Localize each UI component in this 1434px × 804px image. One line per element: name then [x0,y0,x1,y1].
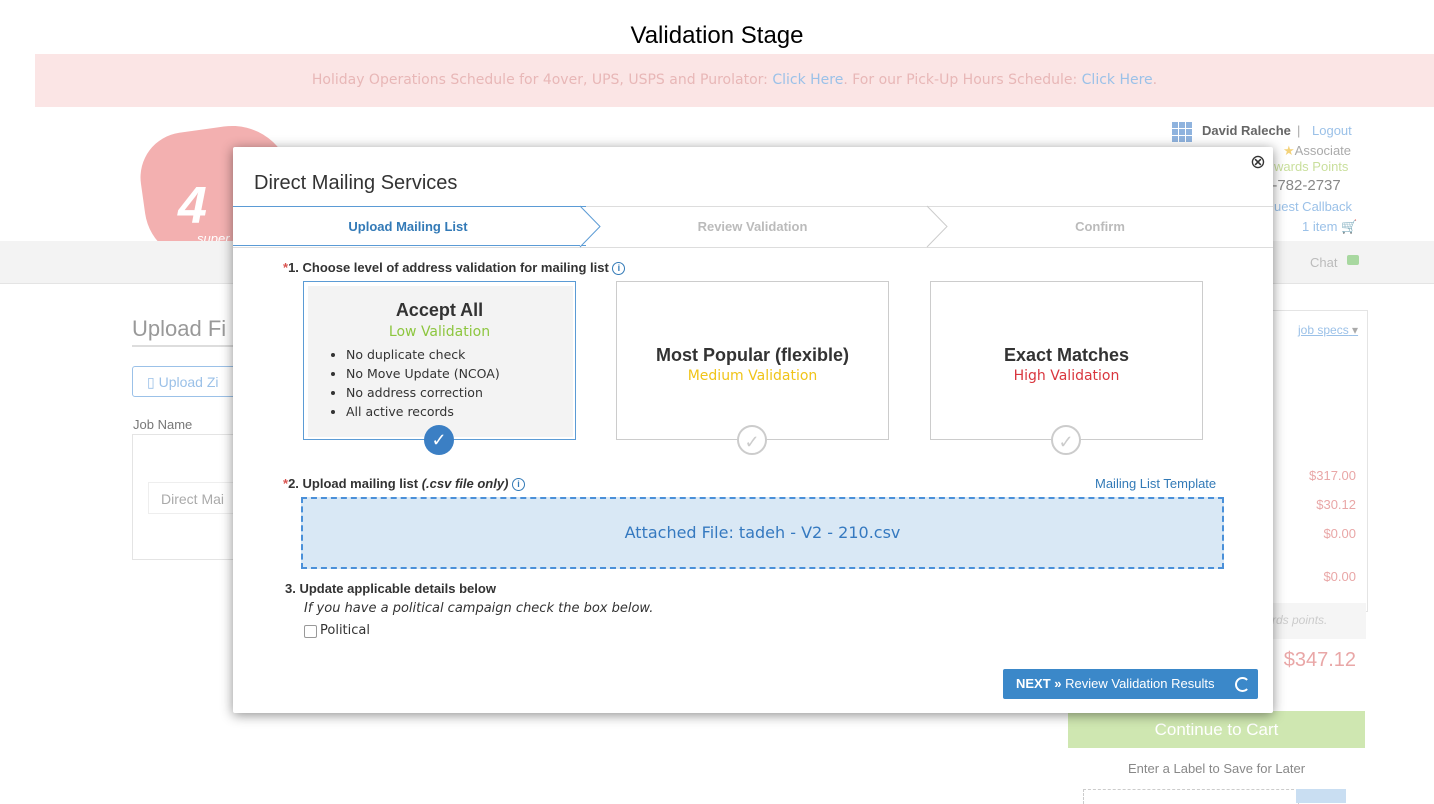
upload-zip-label: Upload Zi [158,374,219,390]
user-name[interactable]: David Raleche [1202,123,1291,138]
associate-label: Associate [1294,143,1352,158]
political-label[interactable]: Political [320,623,370,638]
star-icon: ★ [1283,143,1295,158]
banner-text-3: . [1152,72,1158,88]
page-title: Upload Fi [132,316,227,341]
request-callback-link[interactable]: uest Callback [1274,199,1352,214]
option-title: Exact Matches [1003,345,1130,365]
info-icon[interactable]: i [512,478,526,491]
save-label-prompt: Enter a Label to Save for Later [1127,761,1306,776]
political-note: If you have a political campaign check t… [304,601,654,616]
option-bullets: No duplicate check No Move Update (NCOA)… [326,345,500,421]
validation-option-exact-matches[interactable]: Exact Matches High Validation [930,281,1203,440]
save-label-button[interactable] [1296,789,1346,803]
holiday-banner: Holiday Operations Schedule for 4over, U… [35,54,1434,107]
phone-number: 7-782-2737 [1264,177,1341,194]
page-caption: Validation Stage [630,22,804,49]
continue-to-cart-button[interactable]: Continue to Cart [1068,711,1365,748]
caret-down-icon: ▾ [1352,323,1359,337]
job-name-input[interactable]: Direct Mai [148,482,242,514]
chat-link[interactable]: Chat [1310,255,1337,270]
job-name-label: Job Name [133,417,193,432]
option-subtitle: Low Validation [388,324,491,340]
list-item: All active records [346,402,500,421]
cart-link[interactable]: 1 item 🛒 [1302,219,1357,235]
logout-link[interactable]: Logout [1312,123,1352,138]
cart-count: 1 item [1302,219,1338,234]
political-checkbox[interactable] [304,625,317,638]
next-label: NEXT » [1016,676,1062,691]
question-text: 2. Upload mailing list [288,476,422,491]
chat-icon[interactable] [1347,255,1359,265]
order-summary-panel [1268,310,1368,612]
option-title: Most Popular (flexible) [655,345,850,365]
banner-text-2: . For our Pick-Up Hours Schedule: [843,72,1082,88]
check-unselected-icon[interactable]: ✓ [737,425,767,455]
upload-zip-button[interactable]: ▯ Upload Zi [132,366,242,397]
step-confirm[interactable]: Confirm [940,207,1260,247]
rewards-link[interactable]: wards Points [1274,159,1348,174]
question-details: 3. Update applicable details below [285,581,496,596]
next-review-validation-button[interactable]: NEXT » Review Validation Results [1003,669,1258,699]
step-upload-mailing-list[interactable]: Upload Mailing List [233,207,583,247]
option-title: Accept All [395,300,484,320]
question-text: 1. Choose level of address validation fo… [288,260,609,275]
info-icon[interactable]: i [612,262,626,275]
check-selected-icon[interactable]: ✓ [424,425,454,455]
validation-option-most-popular[interactable]: Most Popular (flexible) Medium Validatio… [616,281,889,440]
check-unselected-icon[interactable]: ✓ [1051,425,1081,455]
list-item: No address correction [346,383,500,402]
associate-badge: ★Associate [1283,143,1351,159]
option-subtitle: High Validation [1013,368,1120,384]
list-item: No Move Update (NCOA) [346,364,500,383]
validation-option-accept-all[interactable]: Accept All Low Validation No duplicate c… [303,281,576,440]
question-upload-list: *2. Upload mailing list (.csv file only)… [283,476,526,491]
price-line: $30.12 [1316,497,1356,512]
next-text: Review Validation Results [1061,676,1215,691]
header-separator: | [1297,123,1301,138]
step-review-validation[interactable]: Review Validation [590,207,915,247]
job-specs-label: job specs [1298,323,1349,337]
mailing-list-template-link[interactable]: Mailing List Template [1095,476,1216,491]
close-icon[interactable]: ⊗ [1248,153,1268,173]
cart-icon: 🛒 [1341,219,1358,234]
banner-link-holiday[interactable]: Click Here [772,72,843,88]
question-hint: (.csv file only) [421,476,509,491]
price-line: $0.00 [1323,569,1356,584]
modal-title: Direct Mailing Services [254,172,458,194]
logo-text: 4 [178,177,207,235]
list-item: No duplicate check [346,345,500,364]
banner-link-pickup[interactable]: Click Here [1082,72,1153,88]
order-total: $347.12 [1283,649,1356,671]
file-icon: ▯ [147,374,159,390]
title-divider [132,345,242,347]
file-dropzone[interactable]: Attached File: tadeh - V2 - 210.csv [301,497,1224,569]
job-specs-link[interactable]: job specs ▾ [1298,323,1358,337]
option-subtitle: Medium Validation [687,368,818,384]
points-note: rds points. [1272,613,1328,627]
banner-text-1: Holiday Operations Schedule for 4over, U… [311,72,773,88]
apps-grid-icon[interactable] [1172,122,1192,142]
price-line: $0.00 [1323,526,1356,541]
question-validation-level: *1. Choose level of address validation f… [283,260,626,275]
price-line: $317.00 [1309,468,1356,483]
spinner-icon [1235,677,1250,692]
